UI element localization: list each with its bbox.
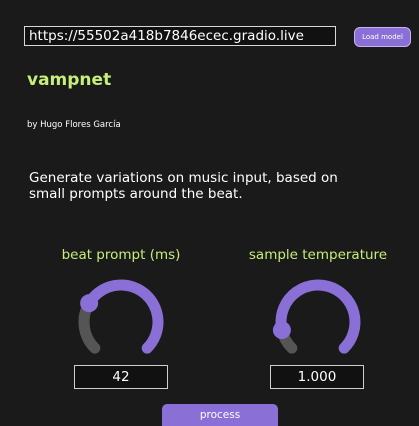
beat-prompt-label: beat prompt (ms) — [61, 247, 181, 263]
load-model-button[interactable]: Load model — [354, 27, 411, 47]
model-url-input[interactable]: https://55502a418b7846ecec.gradio.live — [24, 26, 336, 46]
sample-temperature-label: sample temperature — [248, 247, 388, 263]
beat-prompt-knob[interactable] — [73, 274, 169, 370]
author-byline: by Hugo Flores García — [27, 120, 121, 130]
sample-temperature-knob-handle[interactable] — [272, 321, 291, 340]
sample-temperature-knob-dial[interactable] — [270, 274, 366, 370]
app-description: Generate variations on music input, base… — [29, 170, 338, 202]
sample-temperature-value-input[interactable]: 1.000 — [270, 365, 364, 389]
app-title: vampnet — [27, 70, 112, 90]
beat-prompt-knob-handle[interactable] — [80, 294, 99, 313]
beat-prompt-value-input[interactable]: 42 — [74, 365, 168, 389]
sample-temperature-knob[interactable] — [270, 274, 366, 370]
beat-prompt-knob-dial[interactable] — [73, 274, 169, 370]
